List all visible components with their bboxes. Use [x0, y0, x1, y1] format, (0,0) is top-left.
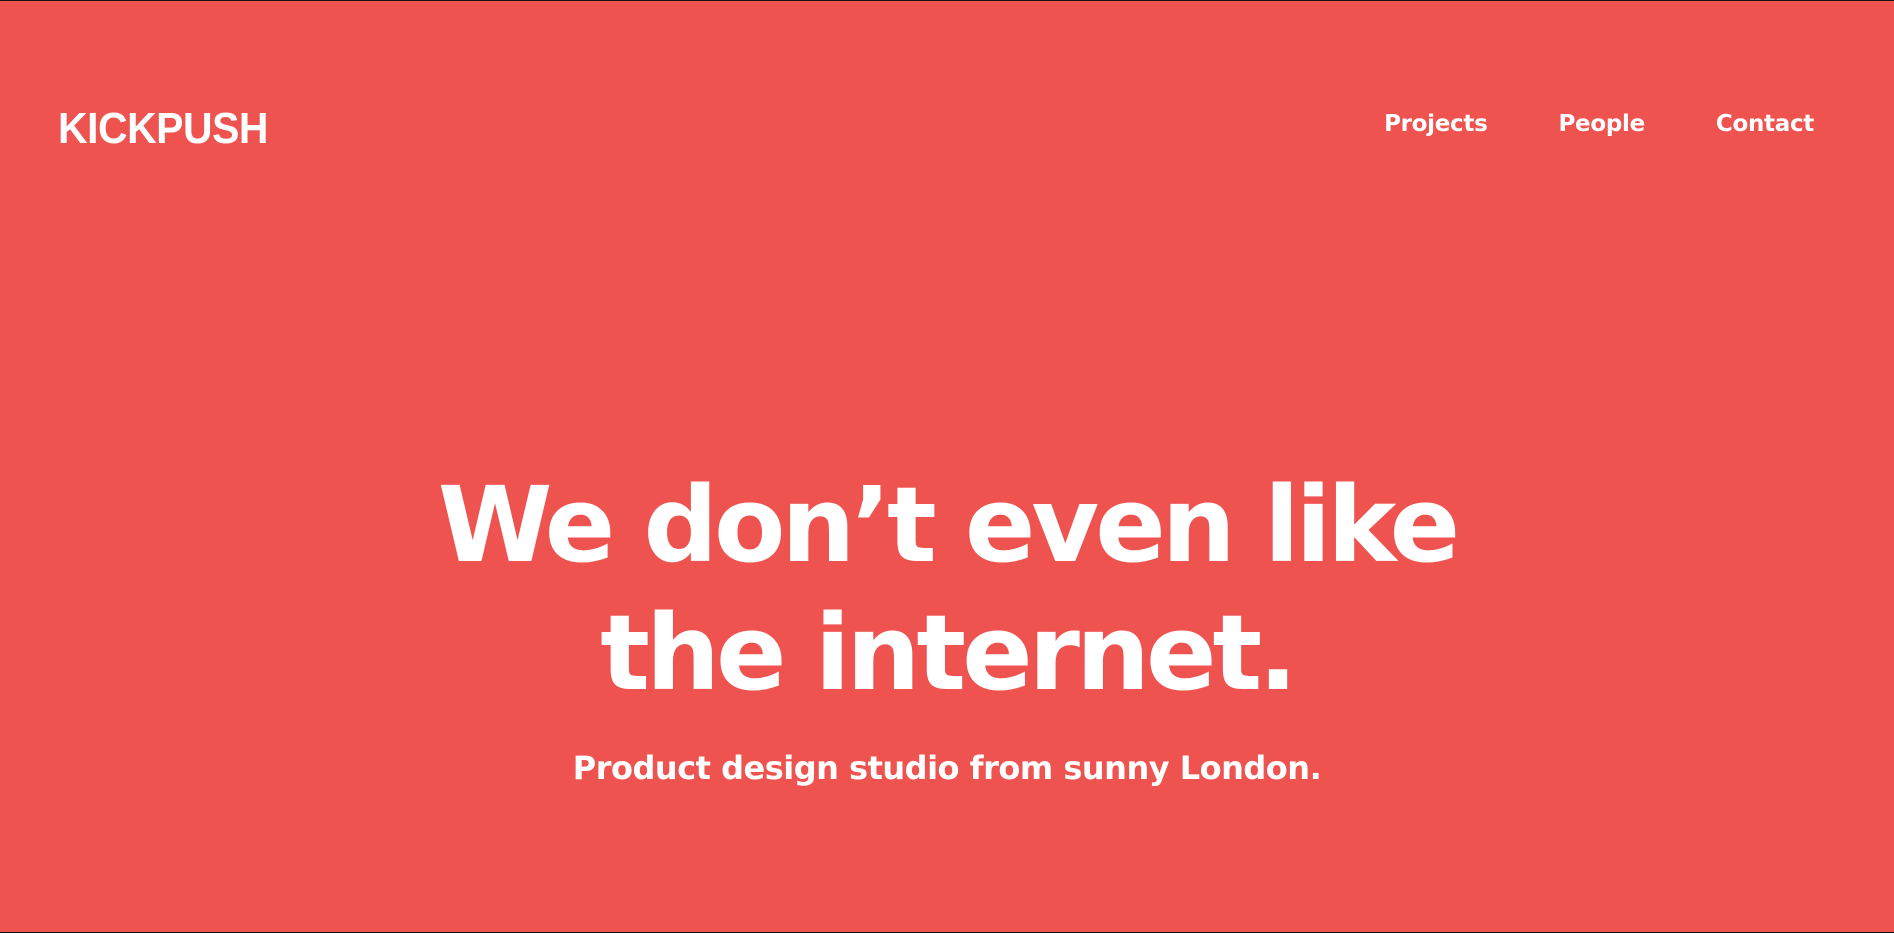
hero-headline-line-2: the internet. [600, 592, 1298, 714]
nav-link-contact[interactable]: Contact [1716, 111, 1814, 137]
hero: We don’t even like the internet. Product… [0, 461, 1894, 787]
hero-headline: We don’t even like the internet. [0, 461, 1894, 717]
hero-subheadline: Product design studio from sunny London. [572, 749, 1322, 787]
logo-text: KICKPUSH [58, 103, 268, 153]
nav-link-projects[interactable]: Projects [1384, 111, 1488, 137]
hero-headline-line-1: We don’t even like [437, 464, 1460, 586]
page: KICKPUSH Projects People Contact We don’… [0, 1, 1894, 932]
logo-link[interactable]: KICKPUSH [22, 81, 312, 176]
nav-link-people[interactable]: People [1558, 111, 1645, 137]
main-nav: Projects People Contact [1384, 111, 1814, 137]
